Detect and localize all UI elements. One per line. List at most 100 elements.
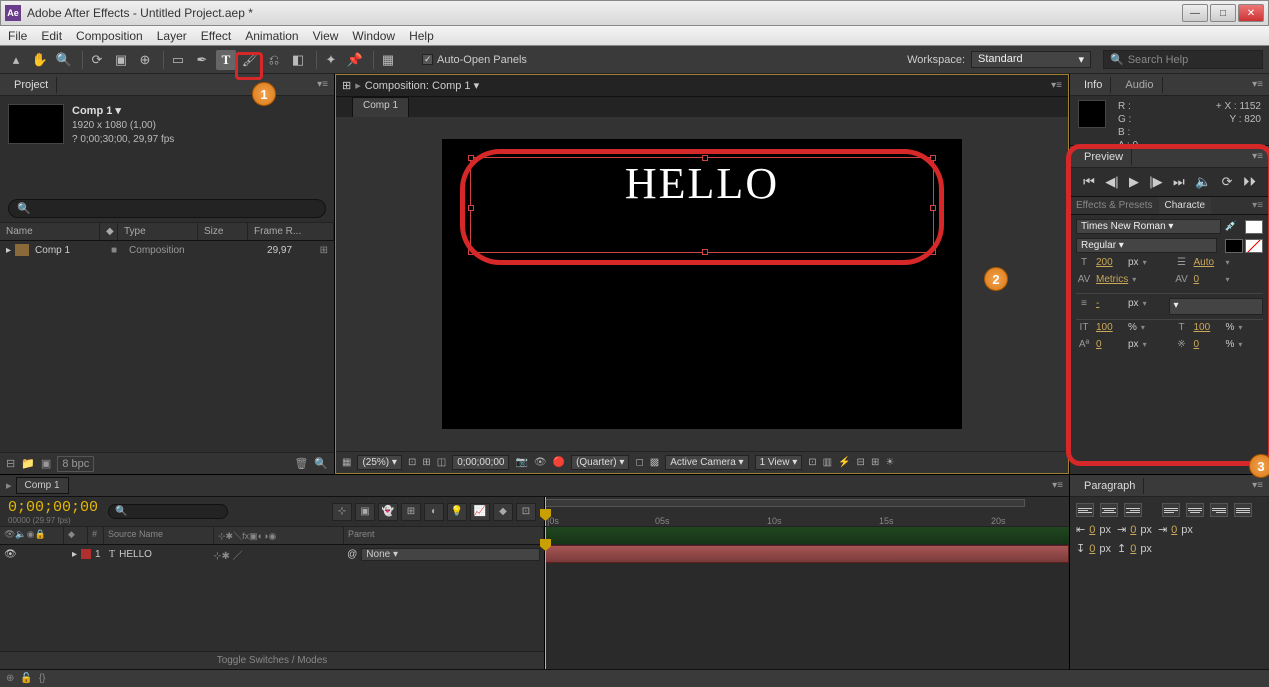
text-layer-content[interactable]: HELLO: [471, 158, 933, 209]
align-right-button[interactable]: [1124, 503, 1142, 517]
camera-tool[interactable]: ▣: [111, 50, 131, 70]
fill-color-swatch[interactable]: [1245, 220, 1263, 234]
tsume-value[interactable]: 0: [1194, 339, 1222, 350]
baseline-value[interactable]: 0: [1096, 339, 1124, 350]
channel-icon[interactable]: 🔴: [553, 457, 565, 468]
justify-right-button[interactable]: [1210, 503, 1228, 517]
cti-line[interactable]: [545, 527, 546, 669]
folder-icon[interactable]: 📁: [21, 457, 35, 470]
transparency-icon[interactable]: ▩: [650, 457, 659, 468]
col-name[interactable]: Name: [0, 223, 100, 240]
loop-icon[interactable]: ⟳: [1222, 174, 1233, 190]
maximize-button[interactable]: □: [1210, 4, 1236, 22]
minimize-button[interactable]: —: [1182, 4, 1208, 22]
kerning-value[interactable]: Metrics: [1096, 274, 1128, 285]
current-time-indicator[interactable]: [545, 497, 546, 526]
menu-layer[interactable]: Layer: [157, 29, 187, 43]
play-icon[interactable]: ▶: [1129, 174, 1139, 190]
roto-tool[interactable]: ✦: [321, 50, 341, 70]
view-opt-icon[interactable]: ⊡: [808, 457, 816, 468]
search-icon[interactable]: 🔍: [314, 457, 328, 470]
indent-left-value[interactable]: 0: [1089, 524, 1095, 536]
align-left-button[interactable]: [1076, 503, 1094, 517]
vscale-value[interactable]: 100: [1096, 322, 1124, 333]
time-ruler[interactable]: |0s 05s 10s 15s 20s: [545, 497, 1069, 527]
menu-file[interactable]: File: [8, 29, 27, 43]
comp-breadcrumb[interactable]: Composition: Comp 1 ▾: [365, 79, 479, 92]
snapshot-icon[interactable]: 📷: [515, 457, 527, 468]
toggle-switches-button[interactable]: Toggle Switches / Modes: [0, 651, 544, 669]
justify-all-button[interactable]: [1234, 503, 1252, 517]
justify-center-button[interactable]: [1186, 503, 1204, 517]
stroke-style-dropdown[interactable]: ▾: [1169, 298, 1264, 315]
flowchart-icon[interactable]: ⊞: [342, 79, 351, 92]
resolution-dropdown[interactable]: (Quarter) ▾: [571, 455, 629, 470]
text-tool[interactable]: T: [216, 50, 236, 70]
graph-icon[interactable]: ⊡: [516, 503, 536, 521]
zoom-tool[interactable]: 🔍: [54, 50, 74, 70]
stroke-width-value[interactable]: -: [1096, 298, 1124, 309]
first-frame-icon[interactable]: ⏮: [1083, 174, 1095, 190]
parent-dropdown[interactable]: None ▾: [361, 548, 540, 561]
graph-editor-icon[interactable]: 📈: [470, 503, 490, 521]
font-style-dropdown[interactable]: Regular ▾: [1076, 238, 1217, 253]
preview-tab[interactable]: Preview: [1076, 149, 1132, 165]
mute-icon[interactable]: 🔈: [1195, 174, 1211, 190]
prev-frame-icon[interactable]: ◀|: [1105, 174, 1118, 190]
auto-keyframe-icon[interactable]: ◆: [493, 503, 513, 521]
panel-menu-icon[interactable]: ▾≡: [1051, 80, 1062, 91]
panel-menu-icon[interactable]: ▾≡: [1252, 79, 1263, 90]
hide-shy-icon[interactable]: 👻: [378, 503, 398, 521]
stroke-swatch-black[interactable]: [1225, 239, 1243, 253]
current-time[interactable]: 0;00;00;00: [8, 499, 98, 516]
mask-icon[interactable]: ◫: [437, 457, 446, 468]
menu-composition[interactable]: Composition: [76, 29, 143, 43]
res-icon[interactable]: ⊡: [408, 457, 416, 468]
col-size[interactable]: Size: [198, 223, 248, 240]
motion-blur-icon[interactable]: ◐: [424, 503, 444, 521]
brainstorm-icon[interactable]: 💡: [447, 503, 467, 521]
character-tab[interactable]: Characte: [1159, 197, 1212, 214]
font-family-dropdown[interactable]: Times New Roman ▾: [1076, 219, 1221, 234]
roi-icon[interactable]: ◻: [635, 457, 643, 468]
project-search-input[interactable]: 🔍: [8, 199, 326, 218]
selection-tool[interactable]: ▴: [6, 50, 26, 70]
puppet-tool[interactable]: 📌: [345, 50, 365, 70]
camera-dropdown[interactable]: Active Camera ▾: [665, 455, 748, 470]
menu-view[interactable]: View: [313, 29, 339, 43]
rotate-tool[interactable]: ⟳: [87, 50, 107, 70]
col-parent[interactable]: Parent: [344, 527, 544, 544]
composition-viewer[interactable]: HELLO 2: [336, 117, 1068, 451]
panel-menu-icon[interactable]: ▾≡: [1252, 151, 1263, 162]
trash-icon[interactable]: 🗑: [294, 457, 308, 470]
stroke-swatch-none[interactable]: [1245, 239, 1263, 253]
brush-tool[interactable]: 🖌: [240, 50, 260, 70]
menu-edit[interactable]: Edit: [41, 29, 62, 43]
fast-preview-icon[interactable]: ⚡: [838, 457, 850, 468]
audio-tab[interactable]: Audio: [1117, 77, 1162, 93]
draft3d-icon[interactable]: ▣: [355, 503, 375, 521]
col-type[interactable]: Type: [118, 223, 198, 240]
grid-icon[interactable]: ⊞: [422, 457, 430, 468]
col-source-name[interactable]: Source Name: [104, 527, 214, 544]
panel-menu-icon[interactable]: ▾≡: [1252, 480, 1263, 491]
col-label-icon[interactable]: ◆: [100, 223, 118, 240]
visibility-icon[interactable]: 👁: [4, 549, 18, 560]
pan-behind-tool[interactable]: ⊕: [135, 50, 155, 70]
indent-right-value[interactable]: 0: [1171, 524, 1177, 536]
close-button[interactable]: ✕: [1238, 4, 1264, 22]
frame-blend-icon[interactable]: ⊞: [401, 503, 421, 521]
search-help-input[interactable]: 🔍 Search Help: [1103, 50, 1263, 69]
new-comp-icon[interactable]: ▣: [41, 457, 51, 470]
panel-menu-icon[interactable]: ▾≡: [317, 79, 328, 90]
project-item-row[interactable]: ▸ Comp 1 ■ Composition 29,97 ⊞: [0, 241, 334, 259]
comp-thumbnail[interactable]: [8, 104, 64, 144]
timeline-layer-row[interactable]: 👁 ▸ 1 T HELLO ⊹✱ ／ @ None ▾: [0, 545, 544, 563]
hand-tool[interactable]: ✋: [30, 50, 50, 70]
justify-left-button[interactable]: [1162, 503, 1180, 517]
menu-window[interactable]: Window: [352, 29, 395, 43]
view-dropdown[interactable]: 1 View ▾: [755, 455, 803, 470]
col-framerate[interactable]: Frame R...: [248, 223, 334, 240]
comp-mini-flowchart-icon[interactable]: ⊹: [332, 503, 352, 521]
time-display[interactable]: 0;00;00;00: [452, 455, 509, 470]
